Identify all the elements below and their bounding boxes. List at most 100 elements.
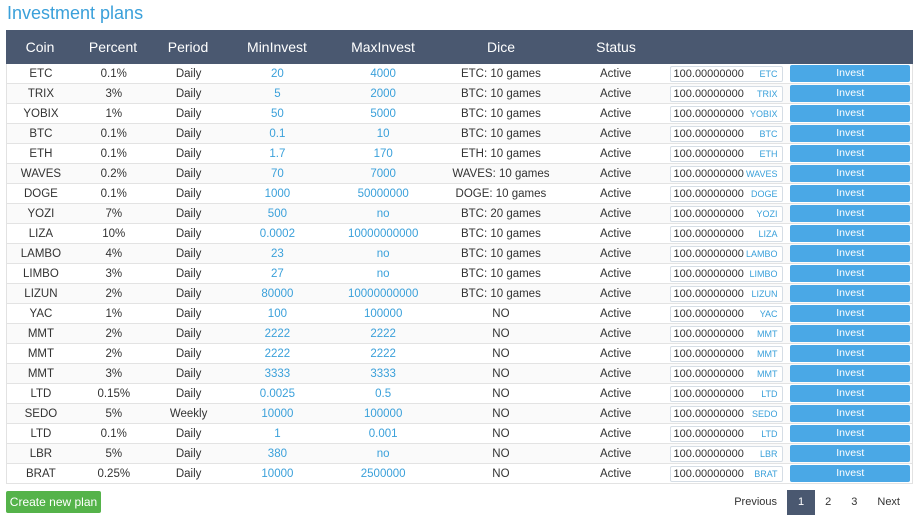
amount-input[interactable]: 100.00000000 YOBIX xyxy=(669,105,783,122)
invest-button[interactable]: Invest xyxy=(790,165,911,182)
cell-amount: 100.00000000 ETH xyxy=(666,145,787,162)
table-row: LIZUN 2% Daily 80000 10000000000 BTC: 10 game… xyxy=(7,284,912,304)
amount-input[interactable]: 100.00000000 YOZI xyxy=(669,205,783,222)
invest-button[interactable]: Invest xyxy=(790,285,911,302)
cell-maxinvest: 0.5 xyxy=(375,387,392,400)
cell-status: Active xyxy=(599,127,632,140)
next-page-button[interactable]: Next xyxy=(867,490,910,515)
amount-input[interactable]: 100.00000000 WAVES xyxy=(669,165,783,182)
invest-button[interactable]: Invest xyxy=(790,265,911,282)
invest-button[interactable]: Invest xyxy=(790,325,911,342)
cell-action: Invest xyxy=(786,85,912,102)
amount-coin-label: WAVES xyxy=(746,168,778,179)
cell-mininvest: 3333 xyxy=(264,367,291,380)
cell-mininvest: 1 xyxy=(274,427,281,440)
cell-dice: BTC: 10 games xyxy=(460,107,541,120)
invest-button[interactable]: Invest xyxy=(790,405,911,422)
cell-coin: ETH xyxy=(29,147,53,160)
cell-amount: 100.00000000 LTD xyxy=(666,425,787,442)
amount-input[interactable]: 100.00000000 LAMBO xyxy=(669,245,783,262)
cell-status: Active xyxy=(599,167,632,180)
cell-status: Active xyxy=(599,387,632,400)
invest-button[interactable]: Invest xyxy=(790,245,911,262)
page-button-3[interactable]: 3 xyxy=(841,490,867,515)
cell-period: Daily xyxy=(175,307,202,320)
cell-maxinvest: no xyxy=(376,207,390,220)
invest-button[interactable]: Invest xyxy=(790,345,911,362)
amount-input[interactable]: 100.00000000 ETC xyxy=(669,65,783,82)
amount-value: 100.00000000 xyxy=(673,307,744,320)
amount-value: 100.00000000 xyxy=(673,167,744,180)
cell-action: Invest xyxy=(786,245,912,262)
invest-button[interactable]: Invest xyxy=(790,85,911,102)
amount-coin-label: MMT xyxy=(757,368,778,379)
cell-status: Active xyxy=(599,447,632,460)
cell-maxinvest: 2222 xyxy=(370,347,396,360)
cell-maxinvest: 50000000 xyxy=(357,187,409,200)
amount-input[interactable]: 100.00000000 LTD xyxy=(669,385,783,402)
cell-dice: NO xyxy=(492,407,510,420)
amount-input[interactable]: 100.00000000 DOGE xyxy=(669,185,783,202)
invest-button[interactable]: Invest xyxy=(790,445,911,462)
amount-input[interactable]: 100.00000000 TRIX xyxy=(669,85,783,102)
cell-action: Invest xyxy=(786,365,912,382)
amount-value: 100.00000000 xyxy=(673,447,744,460)
invest-button[interactable]: Invest xyxy=(790,225,911,242)
cell-coin: WAVES xyxy=(20,167,62,180)
amount-input[interactable]: 100.00000000 LIZUN xyxy=(669,285,783,302)
cell-maxinvest: 0.001 xyxy=(368,427,398,440)
table-row: LBR 5% Daily 380 no NO Active 100.00000000 LBR In… xyxy=(7,444,912,464)
cell-dice: NO xyxy=(492,367,510,380)
cell-dice: NO xyxy=(492,447,510,460)
pagination: Previous 1 2 3 Next xyxy=(724,490,910,515)
cell-percent: 5% xyxy=(105,407,123,420)
cell-action: Invest xyxy=(786,205,912,222)
amount-coin-label: TRIX xyxy=(757,88,778,99)
amount-input[interactable]: 100.00000000 BTC xyxy=(669,125,783,142)
table-row: YAC 1% Daily 100 100000 NO Active 100.00000000 Y… xyxy=(7,304,912,324)
cell-coin: BTC xyxy=(29,127,53,140)
create-new-plan-button[interactable]: Create new plan xyxy=(6,491,101,513)
invest-button[interactable]: Invest xyxy=(790,425,911,442)
amount-input[interactable]: 100.00000000 YAC xyxy=(669,305,783,322)
cell-amount: 100.00000000 BRAT xyxy=(666,465,787,482)
invest-button[interactable]: Invest xyxy=(790,305,911,322)
invest-button[interactable]: Invest xyxy=(790,65,911,82)
amount-coin-label: LTD xyxy=(761,388,778,399)
amount-input[interactable]: 100.00000000 MMT xyxy=(669,325,783,342)
cell-maxinvest: 2222 xyxy=(370,327,396,340)
amount-input[interactable]: 100.00000000 LTD xyxy=(669,425,783,442)
cell-action: Invest xyxy=(786,305,912,322)
amount-input[interactable]: 100.00000000 MMT xyxy=(669,345,783,362)
invest-button[interactable]: Invest xyxy=(790,365,911,382)
previous-page-button[interactable]: Previous xyxy=(724,490,787,515)
cell-percent: 1% xyxy=(105,107,123,120)
amount-coin-label: SEDO xyxy=(752,408,778,419)
amount-input[interactable]: 100.00000000 BRAT xyxy=(669,465,783,482)
amount-coin-label: MMT xyxy=(757,328,778,339)
page-button-2[interactable]: 2 xyxy=(815,490,841,515)
cell-mininvest: 27 xyxy=(271,267,284,280)
cell-dice: BTC: 10 games xyxy=(460,267,541,280)
invest-button[interactable]: Invest xyxy=(790,385,911,402)
cell-amount: 100.00000000 BTC xyxy=(666,125,787,142)
invest-button[interactable]: Invest xyxy=(790,105,911,122)
invest-button[interactable]: Invest xyxy=(790,465,911,482)
amount-coin-label: ETC xyxy=(759,68,778,79)
page-button-1[interactable]: 1 xyxy=(787,490,816,515)
invest-button[interactable]: Invest xyxy=(790,185,911,202)
cell-action: Invest xyxy=(786,425,912,442)
amount-input[interactable]: 100.00000000 SEDO xyxy=(669,405,783,422)
invest-button[interactable]: Invest xyxy=(790,125,911,142)
amount-input[interactable]: 100.00000000 MMT xyxy=(669,365,783,382)
invest-button[interactable]: Invest xyxy=(790,205,911,222)
cell-mininvest: 10000 xyxy=(261,407,294,420)
amount-input[interactable]: 100.00000000 ETH xyxy=(669,145,783,162)
amount-input[interactable]: 100.00000000 LIMBO xyxy=(669,265,783,282)
invest-button[interactable]: Invest xyxy=(790,145,911,162)
cell-dice: WAVES: 10 games xyxy=(452,167,550,180)
amount-input[interactable]: 100.00000000 LBR xyxy=(669,445,783,462)
cell-amount: 100.00000000 MMT xyxy=(666,365,787,382)
amount-value: 100.00000000 xyxy=(673,67,744,80)
amount-input[interactable]: 100.00000000 LIZA xyxy=(669,225,783,242)
